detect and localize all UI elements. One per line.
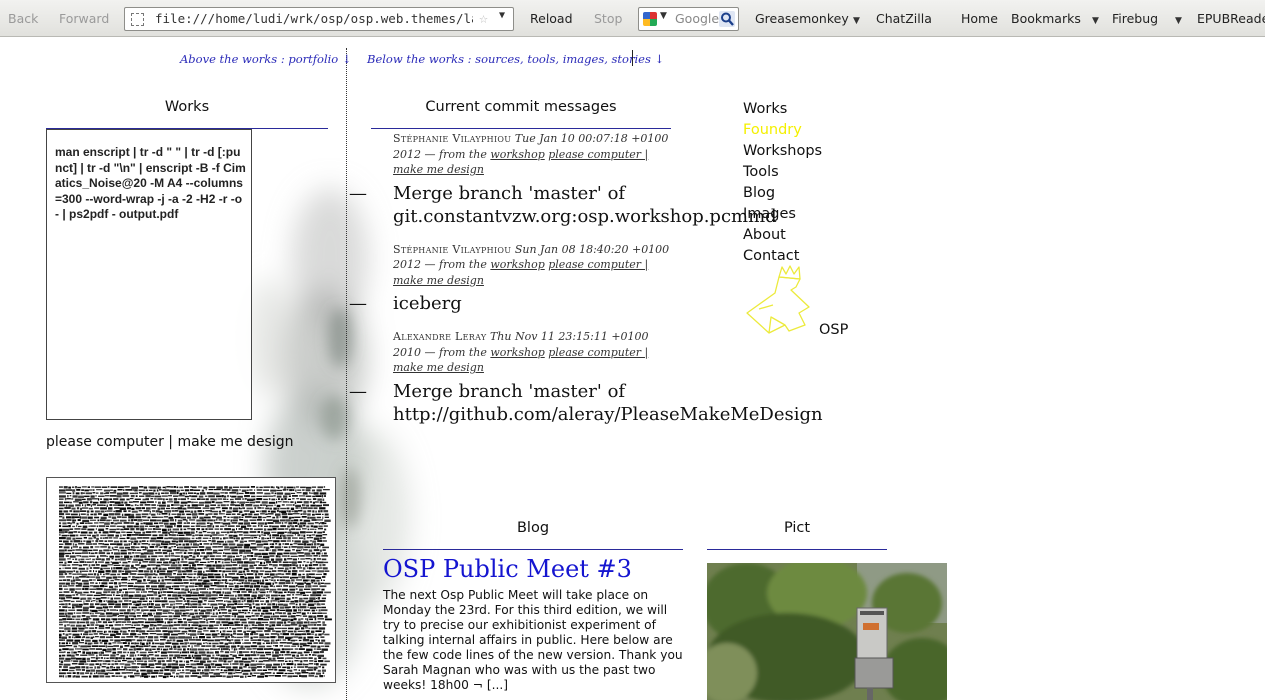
google-engine-icon[interactable]: [643, 12, 657, 26]
greasemonkey-menu-arrow-icon[interactable]: ▼: [853, 13, 860, 29]
commit-list: Stéphanie Vilayphiou Tue Jan 10 00:07:18…: [349, 128, 823, 440]
engine-dropdown-icon[interactable]: ▼: [660, 11, 667, 21]
nav-workshops[interactable]: Workshops: [743, 141, 822, 162]
blog-post-title[interactable]: OSP Public Meet #3: [383, 555, 632, 583]
nav-about[interactable]: About: [743, 225, 822, 246]
blog-post-excerpt: The next Osp Public Meet will take place…: [383, 588, 683, 692]
work-caption[interactable]: please computer | make me design: [46, 434, 294, 450]
commit-message-text: Merge branch 'master' of git.constantvzw…: [393, 182, 777, 227]
commit-message-text: Merge branch 'master' of http://github.c…: [393, 380, 823, 425]
pict-heading: Pict: [783, 520, 811, 536]
search-icon[interactable]: [719, 11, 735, 27]
commit-from: — from the: [424, 345, 487, 359]
pict-photo[interactable]: [707, 563, 947, 700]
home-button[interactable]: Home: [961, 11, 998, 27]
commits-heading: Current commit messages: [425, 99, 617, 115]
nav-foundry[interactable]: Foundry: [743, 120, 822, 141]
main-nav: Works Foundry Workshops Tools Blog Image…: [743, 99, 822, 267]
workshop-link[interactable]: workshop: [490, 258, 544, 271]
browser-toolbar: Back Forward file:///home/ludi/wrk/osp/o…: [0, 0, 1265, 37]
epubreader-button[interactable]: EPUBReader: [1197, 11, 1265, 27]
url-history-dropdown-icon[interactable]: ▼: [499, 10, 505, 21]
blog-heading: Blog: [516, 520, 550, 536]
workshop-link[interactable]: workshop: [490, 346, 544, 359]
bookmarks-menu-arrow-icon[interactable]: ▼: [1092, 13, 1099, 29]
workshop-link[interactable]: workshop: [490, 148, 544, 161]
chatzilla-button[interactable]: ChatZilla: [876, 11, 932, 27]
nav-contact[interactable]: Contact: [743, 246, 822, 267]
commit-dash: —: [349, 380, 367, 402]
bookmarks-button[interactable]: Bookmarks: [1011, 11, 1081, 27]
firebug-menu-arrow-icon[interactable]: ▼: [1175, 13, 1182, 29]
above-works-link[interactable]: Above the works : portfolio ↓: [180, 52, 352, 66]
nav-blog[interactable]: Blog: [743, 183, 822, 204]
search-placeholder: Google: [675, 11, 720, 26]
osp-logo-label[interactable]: OSP: [819, 322, 848, 338]
noise-pattern-image: [59, 486, 332, 679]
commit-entry: Stéphanie Vilayphiou Tue Jan 10 00:07:18…: [349, 128, 777, 228]
commit-author: Stéphanie Vilayphiou: [393, 242, 512, 256]
url-text: file:///home/ludi/wrk/osp/osp.web.themes…: [155, 11, 473, 26]
nav-works[interactable]: Works: [743, 99, 822, 120]
back-button[interactable]: Back: [8, 11, 38, 27]
web-page: Above the works : portfolio ↓ Below the …: [0, 38, 1265, 700]
noise-output-thumbnail[interactable]: [46, 477, 336, 683]
greasemonkey-button[interactable]: Greasemonkey: [755, 11, 849, 27]
nav-tools[interactable]: Tools: [743, 162, 822, 183]
code-preview-box[interactable]: man enscript | tr -d " " | tr -d [:punct…: [46, 129, 252, 420]
page-icon: [131, 13, 144, 26]
commit-from: — from the: [424, 147, 487, 161]
commit-from: — from the: [424, 258, 487, 271]
commit-author: Stéphanie Vilayphiou: [393, 132, 512, 145]
bookmark-star-icon[interactable]: ☆: [479, 9, 488, 27]
column-divider: [346, 48, 347, 700]
pict-rule: [707, 549, 887, 550]
search-box[interactable]: ▼ Google: [638, 7, 739, 31]
commit-meta: Alexandre Leray Thu Nov 11 23:15:11 +010…: [371, 329, 671, 376]
commit-message: — Merge branch 'master' of http://github.…: [349, 380, 823, 426]
commit-message-text: iceberg: [393, 293, 462, 314]
street-photo-image: [707, 563, 947, 700]
commit-message: — Merge branch 'master' of git.constantvz…: [349, 182, 777, 228]
stop-button[interactable]: Stop: [594, 11, 622, 27]
commit-message: — iceberg: [349, 292, 671, 315]
commit-dash: —: [349, 293, 367, 314]
commit-dash: —: [349, 182, 367, 204]
nav-images[interactable]: Images: [743, 204, 822, 225]
blog-rule: [383, 549, 683, 550]
commit-meta: Stéphanie Vilayphiou Tue Jan 10 00:07:18…: [371, 131, 671, 178]
below-works-link[interactable]: Below the works : sources, tools, images…: [367, 52, 664, 66]
commit-entry: Stéphanie Vilayphiou Sun Jan 08 18:40:20…: [349, 242, 671, 316]
reload-button[interactable]: Reload: [530, 11, 573, 27]
url-bar[interactable]: file:///home/ludi/wrk/osp/osp.web.themes…: [124, 7, 514, 31]
osp-frog-logo-icon[interactable]: [745, 265, 815, 337]
commit-entry: Alexandre Leray Thu Nov 11 23:15:11 +010…: [349, 329, 823, 426]
text-cursor: [632, 50, 633, 66]
code-preview-text: man enscript | tr -d " " | tr -d [:punct…: [55, 145, 246, 221]
commit-author: Alexandre Leray: [393, 330, 487, 343]
works-heading: Works: [164, 99, 210, 115]
commit-meta: Stéphanie Vilayphiou Sun Jan 08 18:40:20…: [371, 242, 671, 289]
firebug-button[interactable]: Firebug: [1112, 11, 1158, 27]
forward-button[interactable]: Forward: [59, 11, 109, 27]
